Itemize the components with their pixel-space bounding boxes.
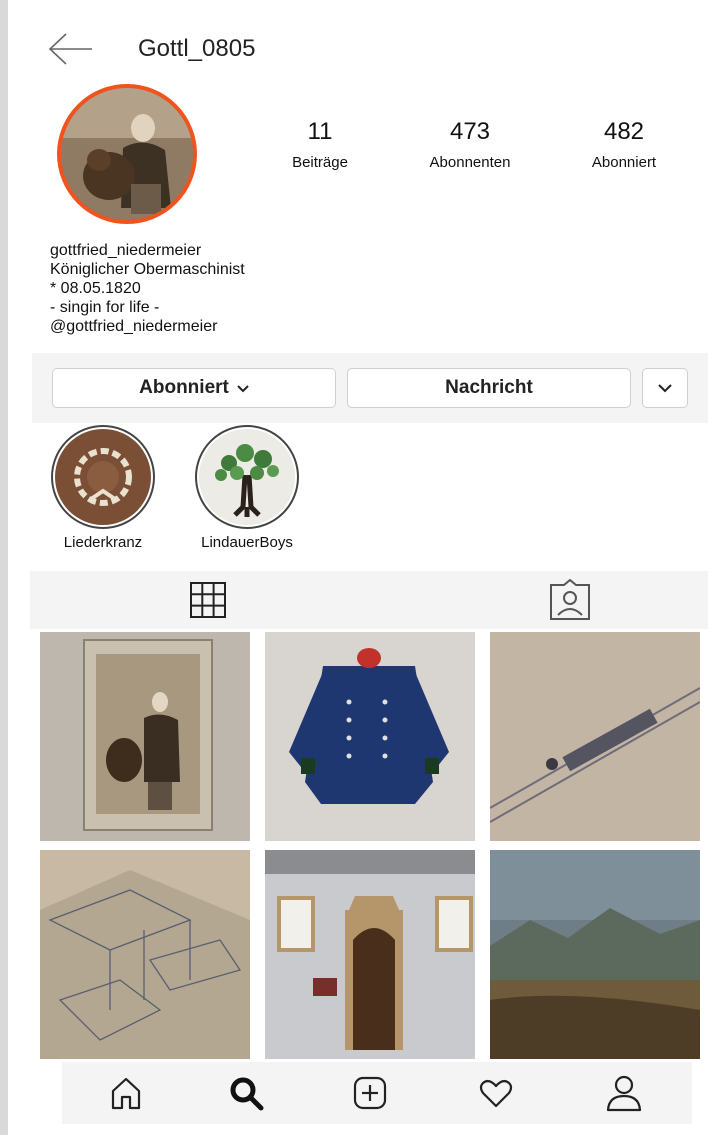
- search-icon: [230, 1077, 264, 1111]
- bio-title: Königlicher Obermaschinist: [50, 261, 245, 278]
- suggestions-dropdown-button[interactable]: [642, 368, 688, 408]
- message-button[interactable]: Nachricht: [347, 368, 631, 408]
- post-thumbnail[interactable]: [490, 850, 700, 1059]
- tab-grid[interactable]: [178, 579, 238, 621]
- tab-tagged[interactable]: [540, 579, 600, 621]
- highlight-label: LindauerBoys: [201, 534, 293, 551]
- highlight-ring[interactable]: [195, 425, 299, 529]
- bio-motto: - singin for life -: [50, 299, 160, 316]
- tree-image: [199, 429, 295, 525]
- post-thumbnail[interactable]: [40, 850, 250, 1059]
- highlight-lindauerboys[interactable]: LindauerBoys: [194, 425, 300, 551]
- profile-actions: Abonniert Nachricht: [32, 353, 708, 423]
- stat-following[interactable]: 482 Abonniert: [564, 118, 684, 171]
- profile-icon: [606, 1075, 642, 1112]
- chevron-down-icon: [237, 380, 249, 396]
- bio-birthdate: * 08.05.1820: [50, 280, 141, 297]
- stat-posts-label: Beiträge: [292, 154, 348, 171]
- highlight-ring[interactable]: [51, 425, 155, 529]
- profile-tab-bar: [30, 571, 708, 629]
- post-thumbnail[interactable]: [40, 632, 250, 841]
- post-thumbnail[interactable]: [265, 850, 475, 1059]
- chevron-down-icon: [658, 377, 672, 399]
- following-button[interactable]: Abonniert: [52, 368, 336, 408]
- home-icon: [111, 1077, 141, 1110]
- post-grid: [40, 632, 708, 1060]
- bottom-nav: [62, 1062, 692, 1124]
- highlight-label: Liederkranz: [63, 534, 143, 551]
- post-thumbnail[interactable]: [490, 632, 700, 841]
- arrow-left-icon[interactable]: [48, 32, 94, 66]
- following-button-label: Abonniert: [139, 377, 229, 398]
- profile-stats: 11 Beiträge 473 Abonnenten 482 Abonniert: [8, 118, 722, 178]
- stat-posts[interactable]: 11 Beiträge: [260, 118, 380, 171]
- profile-bio: gottfried_niedermeier Königlicher Oberma…: [50, 241, 245, 336]
- heart-icon: [479, 1079, 513, 1108]
- highlight-liederkranz[interactable]: Liederkranz: [50, 425, 156, 551]
- stat-following-count: 482: [603, 118, 645, 145]
- bio-name: gottfried_niedermeier: [50, 242, 202, 259]
- grid-icon: [190, 582, 226, 618]
- add-post-icon: [353, 1076, 387, 1110]
- tagged-icon: [550, 579, 590, 620]
- bio-mention-link[interactable]: @gottfried_niedermeier: [50, 317, 245, 336]
- nav-activity[interactable]: [472, 1070, 520, 1116]
- stat-followers-label: Abonnenten: [429, 154, 511, 171]
- message-button-label: Nachricht: [445, 377, 533, 398]
- stat-followers[interactable]: 473 Abonnenten: [410, 118, 530, 171]
- nav-home[interactable]: [102, 1070, 150, 1116]
- stat-posts-count: 11: [307, 118, 333, 145]
- post-thumbnail[interactable]: [265, 632, 475, 841]
- page-title: Gottl_0805: [138, 35, 256, 62]
- top-bar: Gottl_0805: [8, 28, 722, 72]
- nav-profile[interactable]: [600, 1070, 648, 1116]
- nav-new-post[interactable]: [346, 1070, 394, 1116]
- nav-search[interactable]: [222, 1070, 270, 1116]
- stat-followers-count: 473: [449, 118, 491, 145]
- wreath-image: [55, 429, 151, 525]
- app-frame: Gottl_0805 11 Beiträge 473 Abonnenten 48…: [8, 0, 722, 1135]
- stat-following-label: Abonniert: [591, 154, 657, 171]
